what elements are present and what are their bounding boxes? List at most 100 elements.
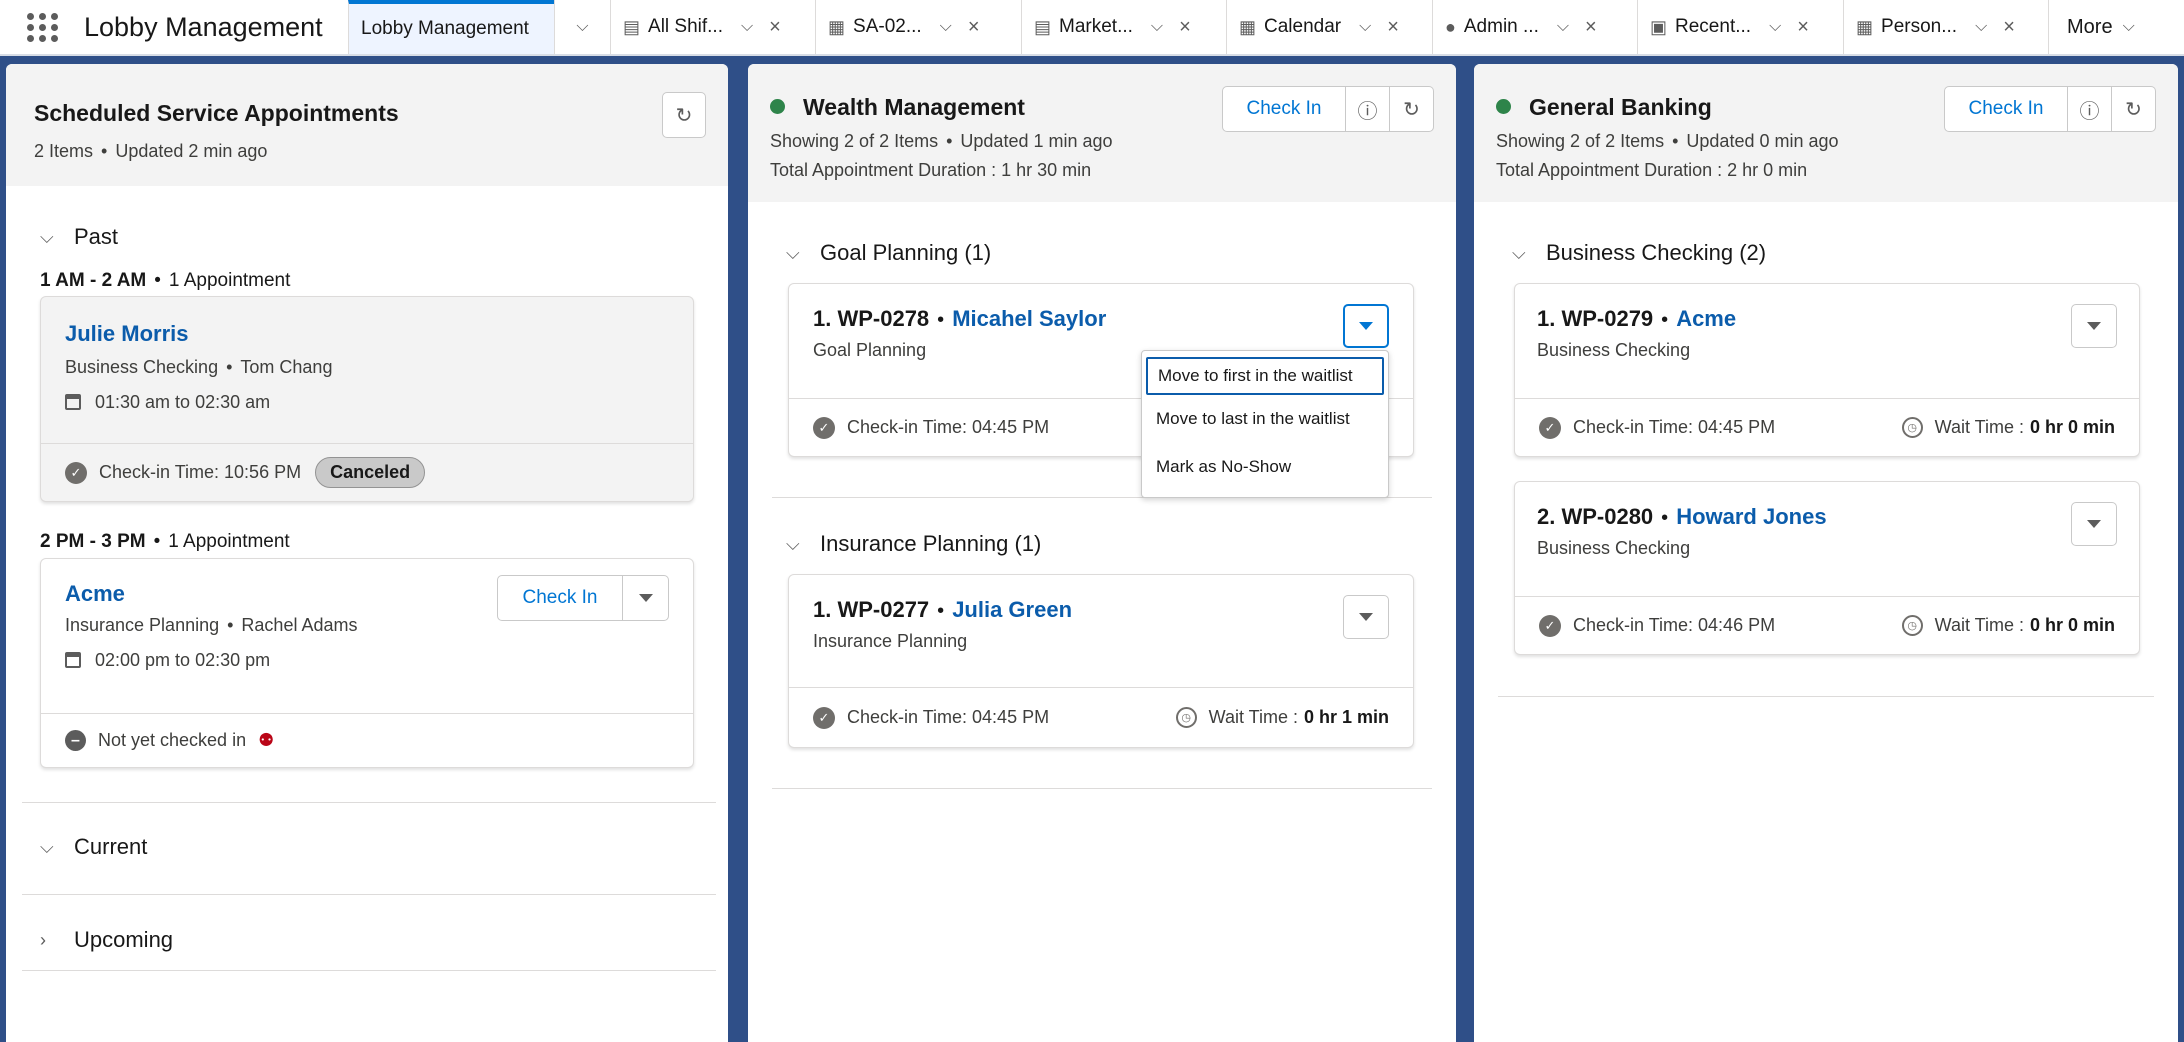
chevron-down-icon: ⌵ — [786, 533, 800, 554]
wait-time: ◷ Wait Time : 0 hr 0 min — [1901, 615, 2115, 636]
updated-text: Updated 1 min ago — [960, 131, 1113, 151]
menu-item-no-show[interactable]: Mark as No-Show — [1142, 443, 1388, 491]
close-icon[interactable]: × — [1387, 16, 1399, 39]
clock-icon: ◷ — [1901, 417, 1923, 438]
tab-calendar[interactable]: ▦ Calendar ⌵ × — [1226, 0, 1432, 54]
tab-person[interactable]: ▦ Person... ⌵ × — [1843, 0, 2048, 54]
section-past[interactable]: ⌵ Past — [40, 224, 118, 250]
close-icon[interactable]: × — [1585, 16, 1597, 39]
customer-name-link[interactable]: Micahel Saylor — [952, 306, 1106, 331]
more-actions-button[interactable] — [623, 575, 669, 621]
total-duration: Total Appointment Duration : 1 hr 30 min — [770, 160, 1092, 180]
tab-sa-02[interactable]: ▦ SA-02... ⌵ × — [815, 0, 1021, 54]
agent-name: Tom Chang — [240, 357, 333, 377]
chevron-down-icon[interactable]: ⌵ — [1769, 18, 1781, 36]
item-actions-dropdown[interactable] — [1343, 595, 1389, 639]
app-header: Lobby Management — [0, 0, 348, 54]
refresh-button[interactable]: ↻ — [2112, 86, 2156, 132]
chevron-down-icon[interactable]: ⌵ — [1151, 18, 1163, 36]
chevron-down-icon[interactable]: ⌵ — [1557, 18, 1569, 36]
time-range: 01:30 am to 02:30 am — [95, 392, 271, 412]
chevron-down-icon[interactable]: ⌵ — [741, 18, 753, 36]
customer-name-link[interactable]: Julia Green — [952, 597, 1072, 622]
queue-header: Wealth Management Showing 2 of 2 Items • U… — [748, 64, 1456, 202]
check-in-button[interactable]: Check In — [497, 575, 623, 621]
chevron-down-icon[interactable]: ⌵ — [1359, 18, 1371, 36]
app-name: Lobby Management — [84, 11, 323, 42]
item-actions-dropdown[interactable] — [1343, 304, 1389, 348]
queue-item-title: 1. WP-0278 • Micahel Saylor — [813, 306, 1107, 331]
refresh-button[interactable]: ↻ — [662, 92, 706, 138]
panel-title: Scheduled Service Appointments — [34, 100, 399, 126]
check-in-icon: ✓ — [813, 416, 835, 439]
close-icon[interactable]: × — [1797, 16, 1809, 39]
check-in-time: Check-in Time: 04:45 PM — [847, 707, 1050, 727]
tab-label: SA-02... — [853, 16, 922, 37]
customer-name-link[interactable]: Acme — [65, 581, 125, 607]
tab-all-shifts[interactable]: ▤ All Shif... ⌵ × — [610, 0, 815, 54]
queue-item-title: 2. WP-0280 • Howard Jones — [1537, 504, 1827, 529]
check-in-time: Check-in Time: 04:46 PM — [1573, 615, 1776, 635]
close-icon[interactable]: × — [769, 16, 781, 39]
queue-item-card: 1. WP-0279 • Acme Business Checking ✓ Chec… — [1514, 283, 2140, 457]
divider — [22, 894, 716, 895]
recent-icon: ▣ — [1650, 16, 1668, 37]
time-range: 2 PM - 3 PM — [40, 531, 146, 552]
item-actions-dropdown[interactable] — [2071, 304, 2117, 348]
check-in-status: Not yet checked in — [98, 730, 247, 750]
info-button[interactable]: ⓘ — [2068, 86, 2112, 132]
check-in-icon: ✓ — [1539, 614, 1561, 637]
section-label: Upcoming — [74, 927, 174, 952]
scheduled-appointments-panel: Scheduled Service Appointments 2 Items • U… — [6, 64, 728, 1042]
tab-lobby-management[interactable]: Lobby Management — [348, 0, 554, 54]
group-insurance-planning[interactable]: ⌵ Insurance Planning (1) — [786, 531, 1041, 557]
chevron-right-icon: › — [40, 929, 46, 950]
chevron-down-icon — [2087, 322, 2101, 330]
menu-item-move-first[interactable]: Move to first in the waitlist — [1146, 357, 1384, 395]
panel-meta: 2 Items • Updated 2 min ago — [34, 141, 268, 161]
close-icon[interactable]: × — [2003, 16, 2015, 39]
chevron-down-icon: ⌵ — [40, 836, 54, 857]
tab-recent[interactable]: ▣ Recent... ⌵ × — [1637, 0, 1843, 54]
queue-actions: Check In ⓘ ↻ — [1222, 86, 1434, 132]
wait-time: ◷ Wait Time : 0 hr 0 min — [1901, 417, 2115, 438]
customer-name-link[interactable]: Acme — [1676, 306, 1736, 331]
appointment-details: Business Checking • Tom Chang — [65, 357, 333, 377]
chevron-down-icon[interactable]: ⌵ — [940, 18, 952, 36]
refresh-icon: ↻ — [1403, 98, 1420, 121]
section-upcoming[interactable]: › Upcoming — [40, 927, 173, 953]
chevron-down-icon — [2087, 520, 2101, 528]
top-navigation-bar: Lobby Management Lobby Management ⌵ ▤ Al… — [0, 0, 2184, 56]
more-label: More — [2067, 15, 2113, 38]
refresh-icon: ↻ — [675, 104, 693, 127]
queue-item-title: 1. WP-0279 • Acme — [1537, 306, 1737, 331]
appointment-time: 02:00 pm to 02:30 pm — [65, 650, 270, 671]
close-icon[interactable]: × — [968, 16, 980, 39]
info-button[interactable]: ⓘ — [1346, 86, 1390, 132]
section-current[interactable]: ⌵ Current — [40, 834, 147, 860]
refresh-button[interactable]: ↻ — [1390, 86, 1434, 132]
customer-name-link[interactable]: Julie Morris — [65, 321, 188, 347]
chevron-down-icon[interactable]: ⌵ — [1975, 18, 1987, 36]
group-goal-planning[interactable]: ⌵ Goal Planning (1) — [786, 240, 991, 266]
app-launcher-icon[interactable] — [26, 10, 60, 44]
item-actions-dropdown[interactable] — [2071, 502, 2117, 546]
panel-header: Scheduled Service Appointments 2 Items • U… — [6, 64, 728, 186]
check-in-button[interactable]: Check In — [1222, 86, 1346, 132]
check-in-time: Check-in Time: 04:45 PM — [1573, 417, 1776, 437]
menu-item-move-last[interactable]: Move to last in the waitlist — [1142, 395, 1388, 443]
more-tabs-button[interactable]: More ⌵ — [2048, 0, 2180, 54]
calendar-clock-icon: ▤ — [1034, 16, 1052, 37]
check-in-button[interactable]: Check In — [1944, 86, 2068, 132]
group-business-checking[interactable]: ⌵ Business Checking (2) — [1512, 240, 1766, 266]
tab-menu-button[interactable]: ⌵ — [554, 0, 610, 54]
close-icon[interactable]: × — [1179, 16, 1191, 39]
customer-name-link[interactable]: Howard Jones — [1676, 504, 1826, 529]
service-type: Insurance Planning — [813, 631, 968, 651]
divider — [22, 970, 716, 971]
appointment-card: Julie Morris Business Checking • Tom Chang… — [40, 296, 694, 502]
wait-time: ◷ Wait Time : 0 hr 1 min — [1175, 707, 1389, 728]
tab-market[interactable]: ▤ Market... ⌵ × — [1021, 0, 1226, 54]
tab-admin[interactable]: ● Admin ... ⌵ × — [1432, 0, 1637, 54]
tab-label: Person... — [1881, 16, 1958, 37]
